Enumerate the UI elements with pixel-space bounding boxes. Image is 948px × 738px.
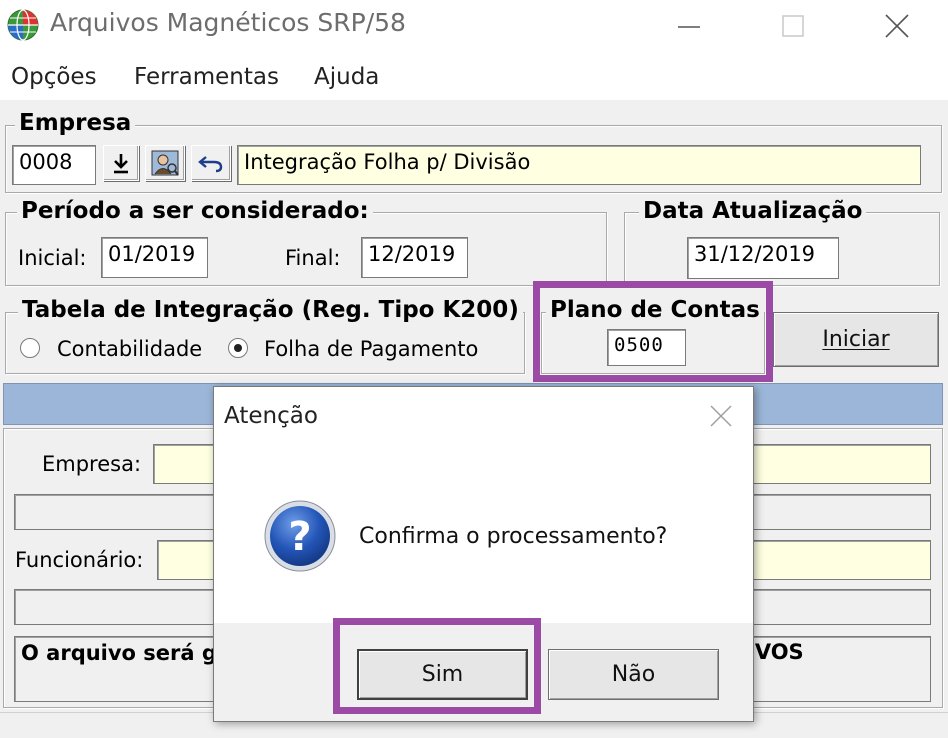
radio-selected-dot [234, 344, 242, 352]
data-atualizacao-field[interactable]: 31/12/2019 [687, 237, 839, 279]
final-field[interactable]: 12/2019 [361, 237, 468, 278]
empresa-name-field[interactable]: Integração Folha p/ Divisão [237, 145, 921, 185]
menu-bar: Opções Ferramentas Ajuda [0, 52, 948, 100]
inicial-label: Inicial: [18, 246, 87, 270]
progress-empresa-label: Empresa: [42, 452, 142, 476]
nao-button[interactable]: Não [548, 649, 719, 700]
inicial-field[interactable]: 01/2019 [101, 237, 208, 278]
undo-icon [198, 156, 223, 173]
maximize-icon [781, 15, 804, 37]
title-bar: Arquivos Magnéticos SRP/58 [0, 0, 948, 52]
iniciar-label: Iniciar [822, 327, 890, 352]
dialog-title: Atenção [224, 403, 318, 429]
periodo-legend: Período a ser considerado: [17, 198, 373, 224]
data-atualizacao-legend: Data Atualização [639, 198, 867, 224]
nao-label: Não [611, 662, 656, 687]
close-icon [710, 405, 732, 427]
progress-funcionario-label: Funcionário: [15, 548, 144, 572]
radio-contabilidade[interactable] [20, 338, 40, 358]
folha-pagamento-label[interactable]: Folha de Pagamento [264, 337, 478, 361]
search-company-button[interactable] [145, 145, 185, 181]
close-icon [884, 14, 909, 38]
iniciar-button[interactable]: Iniciar [773, 312, 939, 367]
minimize-button[interactable] [636, 0, 741, 52]
person-search-icon [151, 150, 179, 176]
empresa-code-field[interactable]: 0008 [12, 145, 96, 185]
close-button[interactable] [844, 0, 948, 52]
download-button[interactable] [103, 145, 139, 181]
menu-opcoes[interactable]: Opções [11, 64, 97, 90]
confirm-dialog: Atenção ? Confirma o processamento? Sim … [213, 386, 754, 722]
tabela-integracao-legend: Tabela de Integração (Reg. Tipo K200) [18, 297, 523, 323]
question-icon: ? [263, 499, 337, 573]
app-globe-icon [6, 8, 40, 42]
sim-button[interactable]: Sim [357, 649, 528, 700]
final-label: Final: [285, 246, 341, 270]
dialog-close-button[interactable] [704, 399, 738, 433]
sim-label: Sim [421, 662, 464, 687]
undo-button[interactable] [191, 145, 231, 181]
plano-contas-legend: Plano de Contas [546, 297, 764, 323]
menu-ajuda[interactable]: Ajuda [314, 64, 379, 90]
contabilidade-label[interactable]: Contabilidade [57, 337, 202, 361]
menu-ferramentas[interactable]: Ferramentas [134, 64, 279, 90]
download-arrow-icon [114, 154, 128, 174]
window-title: Arquivos Magnéticos SRP/58 [50, 8, 406, 37]
svg-text:?: ? [288, 514, 311, 560]
empresa-legend: Empresa [15, 110, 136, 136]
dialog-footer: Sim Não [214, 623, 753, 721]
plano-contas-field[interactable]: 0500 [607, 329, 686, 366]
progress-message-right: IVOS [747, 640, 804, 664]
maximize-button[interactable] [740, 0, 845, 52]
progress-message-left: O arquivo será g [21, 641, 217, 665]
dialog-message: Confirma o processamento? [359, 524, 668, 549]
radio-folha-pagamento[interactable] [228, 338, 248, 358]
minimize-icon [677, 26, 700, 28]
